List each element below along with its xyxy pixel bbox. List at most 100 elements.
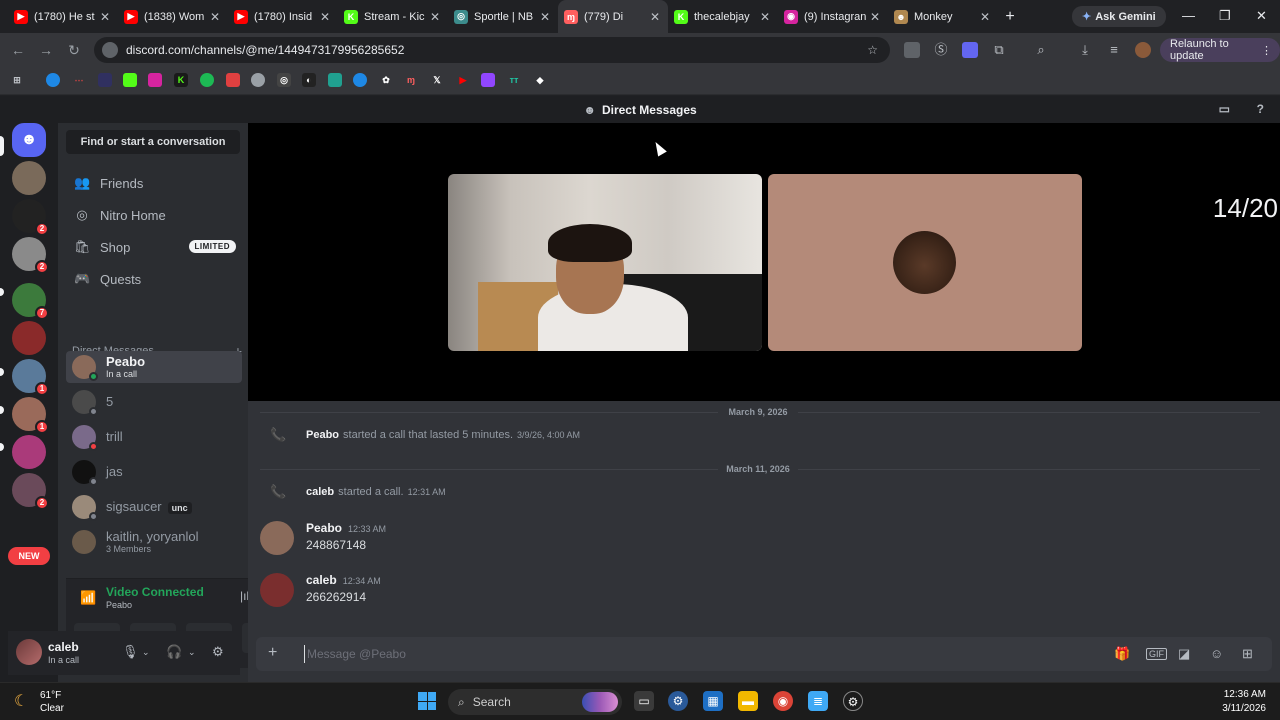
system-clock[interactable]: 12:36 AM 3/11/2026 <box>1222 688 1266 716</box>
message-author[interactable]: caleb <box>306 573 337 587</box>
browser-tab[interactable]: ▶ (1780) He st ✕ <box>8 0 118 33</box>
close-tab-icon[interactable]: ✕ <box>428 10 442 24</box>
app-icon[interactable]: ⚙ <box>843 691 863 711</box>
browser-tab[interactable]: Kthecalebjay ✕ <box>668 0 778 33</box>
close-tab-icon[interactable]: ✕ <box>758 10 772 24</box>
video-tile-peabo[interactable] <box>448 174 762 351</box>
attach-plus-icon[interactable]: + <box>268 644 277 662</box>
message-author[interactable]: Peabo <box>306 521 342 535</box>
extension-icon[interactable] <box>904 42 920 58</box>
bookmark-icon[interactable]: ◐ <box>302 73 316 87</box>
close-window-icon[interactable]: ✕ <box>1256 8 1267 24</box>
signal-icon[interactable]: 📶 <box>80 590 96 606</box>
back-icon[interactable]: ← <box>4 42 32 58</box>
find-conversation-button[interactable]: Find or start a conversation <box>66 130 240 154</box>
voice-status[interactable]: Video Connected <box>106 585 204 599</box>
bookmark-icon[interactable] <box>353 73 367 87</box>
close-tab-icon[interactable]: ✕ <box>648 10 662 24</box>
taskbar-search[interactable]: ⌕ Search <box>448 689 622 715</box>
settings-gear-icon[interactable]: ⚙ <box>212 644 224 660</box>
browser-tab[interactable]: K Stream - Kic ✕ <box>338 0 448 33</box>
nav-shop[interactable]: 🛍 Shop LIMITED <box>66 232 242 262</box>
address-bar[interactable]: discord.com/channels/@me/144947317995628… <box>94 37 890 63</box>
media-icon[interactable]: ≡ <box>1106 42 1122 58</box>
username[interactable]: caleb <box>48 640 79 654</box>
youtube-icon[interactable]: ▶ <box>456 73 470 87</box>
home-discord-icon[interactable]: ☻ <box>12 123 46 157</box>
chevron-down-icon[interactable]: ⌄ <box>142 647 150 658</box>
minimize-icon[interactable]: — <box>1182 8 1195 23</box>
notepad-icon[interactable]: ≣ <box>808 691 828 711</box>
browser-tab[interactable]: ▶ (1780) Insid ✕ <box>228 0 338 33</box>
help-icon[interactable]: ? <box>1257 102 1264 116</box>
headphones-icon[interactable]: 🎧 <box>166 644 182 660</box>
x-icon[interactable]: 𝕏 <box>430 73 444 87</box>
server-icon[interactable] <box>12 435 46 469</box>
puzzle-icon[interactable]: ⧉ <box>991 42 1007 58</box>
dm-item[interactable]: jas <box>66 456 242 488</box>
bookmark-icon[interactable] <box>226 73 240 87</box>
emoji-icon[interactable]: ☺ <box>1210 646 1223 661</box>
bookmark-star-icon[interactable]: ☆ <box>867 43 878 57</box>
dm-avatar-server[interactable]: 2 <box>12 237 49 274</box>
download-icon[interactable]: ⤓ <box>1077 42 1093 58</box>
chevron-down-icon[interactable]: ⌄ <box>188 647 196 658</box>
new-badge[interactable]: NEW <box>8 547 50 565</box>
bookmark-icon[interactable] <box>98 73 112 87</box>
dm-item[interactable]: 5 <box>66 386 242 418</box>
close-tab-icon[interactable]: ✕ <box>318 10 332 24</box>
site-info-icon[interactable] <box>102 42 118 58</box>
server-icon[interactable]: 1 <box>12 359 49 396</box>
browser-tab[interactable]: ▶ (1838) Wom ✕ <box>118 0 228 33</box>
message-input[interactable] <box>304 645 1004 663</box>
bookmark-icon[interactable] <box>123 73 137 87</box>
profile-avatar[interactable] <box>1135 42 1151 58</box>
s-extension-icon[interactable]: Ⓢ <box>933 42 949 58</box>
spotify-icon[interactable] <box>200 73 214 87</box>
bookmark-icon[interactable]: ᴛᴛ <box>507 73 521 87</box>
apps-icon[interactable]: ⊞ <box>10 73 24 87</box>
dm-avatar-server[interactable] <box>12 161 46 195</box>
browser-tab[interactable]: ◉ (9) Instagran ✕ <box>778 0 888 33</box>
server-icon[interactable]: 7 <box>12 283 49 320</box>
dm-item[interactable]: kaitlin, yoryanlol 3 Members <box>66 526 242 558</box>
browser-tab[interactable]: ☻ Monkey ✕ <box>888 0 998 33</box>
bookmark-icon[interactable] <box>251 73 265 87</box>
restore-icon[interactable]: ❐ <box>1219 8 1231 24</box>
browser-tab[interactable]: ◎ Sportle | NB ✕ <box>448 0 558 33</box>
bookmark-icon[interactable]: ⋯ <box>72 73 86 87</box>
microphone-icon[interactable]: 🎙 <box>122 644 139 660</box>
bookmark-icon[interactable]: ✿ <box>379 73 393 87</box>
weather-widget[interactable]: 61°F Clear <box>40 689 64 715</box>
nav-friends[interactable]: 👥 Friends <box>66 168 242 198</box>
inbox-icon[interactable]: ▭ <box>1219 102 1230 116</box>
bookmark-icon[interactable] <box>328 73 342 87</box>
close-tab-icon[interactable]: ✕ <box>98 10 112 24</box>
tab-search-icon[interactable]: ⌕ <box>1033 42 1049 58</box>
avatar[interactable] <box>260 521 294 555</box>
gift-icon[interactable]: 🎁 <box>1114 646 1130 662</box>
shield-extension-icon[interactable] <box>962 42 978 58</box>
windows-start-icon[interactable] <box>418 692 436 710</box>
avatar[interactable] <box>16 639 42 665</box>
bookmark-icon[interactable]: ɱ <box>404 73 418 87</box>
sticker-icon[interactable]: ◪ <box>1178 646 1190 662</box>
twitch-icon[interactable] <box>481 73 495 87</box>
bookmark-icon[interactable]: ◎ <box>277 73 291 87</box>
new-tab-icon[interactable]: + <box>998 8 1022 26</box>
server-icon[interactable]: 2 <box>12 473 49 510</box>
more-menu-icon[interactable]: ⋮ <box>1261 44 1272 57</box>
apps-icon[interactable]: ⊞ <box>1242 646 1253 662</box>
chrome-icon[interactable]: ◉ <box>773 691 793 711</box>
avatar[interactable] <box>260 573 294 607</box>
nav-nitro-home[interactable]: ◎ Nitro Home <box>66 200 242 230</box>
dm-item[interactable]: sigsaucer unc <box>66 491 242 523</box>
app-icon[interactable]: ⚙ <box>668 691 688 711</box>
dm-item[interactable]: trill <box>66 421 242 453</box>
video-tile-caleb[interactable] <box>768 174 1082 351</box>
file-explorer-icon[interactable]: ▬ <box>738 691 758 711</box>
browser-tab[interactable]: ɱ (779) Di ✕ <box>558 0 668 33</box>
bookmark-icon[interactable]: ◆ <box>533 73 547 87</box>
close-tab-icon[interactable]: ✕ <box>978 10 992 24</box>
forward-icon[interactable]: → <box>32 42 60 58</box>
